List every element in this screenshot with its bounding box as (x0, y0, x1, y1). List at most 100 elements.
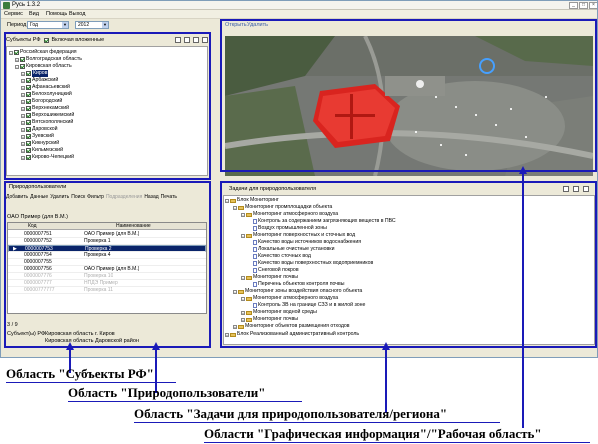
task-node[interactable]: + Мониторинг почвы (241, 316, 298, 323)
expand-icon[interactable]: + (21, 155, 25, 160)
tree-item[interactable]: + Верхнекамский (21, 105, 69, 112)
tree-checkbox[interactable] (14, 50, 19, 55)
tree-item[interactable]: + Арбажский (21, 77, 58, 84)
expand-icon[interactable]: + (21, 120, 25, 125)
table-row[interactable]: 0000007751 ОАО Пример (для В.М.) (8, 231, 206, 238)
task-node[interactable]: Качество сточных вод (253, 253, 311, 260)
collapse-icon[interactable]: − (233, 289, 237, 294)
task-node[interactable]: + Блок Реализованный административный кон… (225, 331, 359, 338)
task-node[interactable]: Перечень объектов контроля почвы (253, 281, 345, 288)
collapse-icon[interactable]: − (225, 198, 229, 203)
task-node[interactable]: − Блок Мониторинг (225, 197, 279, 204)
expand-icon[interactable]: + (241, 310, 245, 315)
data-button[interactable]: Данные (30, 194, 48, 200)
tree-icon[interactable] (563, 186, 569, 192)
expand-icon[interactable]: + (21, 92, 25, 97)
collapse-icon[interactable]: − (233, 205, 237, 210)
task-node[interactable]: − Мониторинг промплощадки объекта (233, 204, 332, 211)
add-button[interactable]: Добавить (6, 194, 28, 200)
table-row[interactable]: ▶ 0000007753 Проверка 2 (8, 245, 206, 252)
tree-item[interactable]: + Кильмезский (21, 147, 63, 154)
tree-checkbox[interactable] (26, 106, 31, 111)
collapse-icon[interactable]: − (9, 50, 13, 55)
collapse-icon[interactable]: − (241, 296, 245, 301)
collapse-icon[interactable]: − (241, 212, 245, 217)
expand-icon[interactable]: + (241, 317, 245, 322)
task-node[interactable]: Снеговой покров (253, 267, 299, 274)
menu-exit[interactable]: Выход (69, 11, 85, 17)
expand-icon[interactable]: + (21, 99, 25, 104)
tree-checkbox[interactable] (26, 141, 31, 146)
expand-icon[interactable]: + (21, 106, 25, 111)
tree-checkbox[interactable] (26, 71, 31, 76)
table-row[interactable]: 0000007752 Проверка 1 (8, 238, 206, 245)
table-row[interactable]: 0000007776 Проверка 10 (8, 273, 206, 280)
table-icon[interactable] (573, 186, 579, 192)
map-view[interactable] (225, 36, 593, 176)
collapse-icon[interactable]: − (241, 233, 245, 238)
task-node[interactable]: + Мониторинг объектов размещения отходов (233, 323, 350, 330)
expand-icon[interactable]: + (21, 141, 25, 146)
grid-icon[interactable] (184, 37, 190, 43)
table-row[interactable]: 0000007756 ОАО Пример (для В.М.) (8, 266, 206, 273)
tree-item-rf[interactable]: − Российская федерация (9, 49, 77, 56)
expand-icon[interactable]: + (21, 113, 25, 118)
tree-item-kirov-oblast[interactable]: − Кировская область (15, 63, 72, 70)
tree-item-volgograd[interactable]: + Волгоградская область (15, 56, 82, 63)
task-node[interactable]: − Мониторинг атмосферного воздуха (241, 211, 338, 218)
tree-item[interactable]: + Афанасьевский (21, 84, 70, 91)
column-code[interactable]: Код (28, 223, 37, 229)
table-row[interactable]: 00000777777 Проверка 11 (8, 287, 206, 294)
maximize-button[interactable]: □ (579, 2, 588, 9)
task-node[interactable]: − Мониторинг почвы (241, 274, 298, 281)
expand-icon[interactable]: + (21, 148, 25, 153)
minimize-button[interactable]: _ (569, 2, 578, 9)
divisions-button[interactable]: Подразделения (106, 194, 142, 200)
tree-checkbox[interactable] (26, 99, 31, 104)
tree-item[interactable]: + Кирово-Чепецкий (21, 154, 74, 161)
tree-item-kirov[interactable]: + Киров (21, 70, 49, 77)
task-node[interactable]: − Мониторинг поверхностных и сточных вод (241, 232, 355, 239)
tree-item[interactable]: + Кикнурский (21, 140, 59, 147)
tree-checkbox[interactable] (26, 155, 31, 160)
column-name[interactable]: Наименование (116, 223, 151, 229)
print-button[interactable]: Печать (161, 194, 177, 200)
table-row[interactable]: 0000007777 НПДЭ Пример (8, 280, 206, 287)
tree-checkbox[interactable] (26, 78, 31, 83)
tree-item[interactable]: + Вятскополянский (21, 119, 73, 126)
tree-checkbox[interactable] (26, 92, 31, 97)
tree-checkbox[interactable] (20, 57, 25, 62)
filter-button[interactable]: Фильтр (87, 194, 104, 200)
task-node[interactable]: Воздух промышленной зоны (253, 225, 327, 232)
period-type-select[interactable]: Год ▼ (27, 21, 69, 29)
menu-service[interactable]: Сервис (4, 11, 23, 17)
expand-icon[interactable]: + (21, 78, 25, 83)
graphics-tab-open[interactable]: Открыть (225, 22, 247, 28)
tree-item[interactable]: + Богородский (21, 98, 62, 105)
task-node[interactable]: Контроль за содержанием загрязняющих вещ… (253, 218, 396, 225)
tree-item[interactable]: + Даровской (21, 126, 58, 133)
table-icon[interactable] (175, 37, 181, 43)
tree-checkbox[interactable] (26, 148, 31, 153)
tree-checkbox[interactable] (26, 134, 31, 139)
menu-help[interactable]: Помощь (46, 11, 67, 17)
tree-checkbox[interactable] (26, 120, 31, 125)
map-icon[interactable] (202, 37, 208, 43)
task-node[interactable]: Локальные очистные установки (253, 246, 334, 253)
table-row[interactable]: 0000007755 (8, 259, 206, 266)
delete-button[interactable]: Удалить (50, 194, 69, 200)
task-node[interactable]: Качество воды источников водоснабжения (253, 239, 361, 246)
tree-item[interactable]: + Белохолуницкий (21, 91, 72, 98)
search-button[interactable]: Поиск (71, 194, 85, 200)
include-nested-checkbox[interactable] (43, 37, 49, 43)
refresh-icon[interactable] (193, 37, 199, 43)
task-node[interactable]: Контроль ЗВ на границе СЗЗ и в жилой зон… (253, 302, 365, 309)
collapse-icon[interactable]: − (241, 275, 245, 280)
tree-checkbox[interactable] (26, 85, 31, 90)
table-row[interactable]: 0000007754 Проверка 4 (8, 252, 206, 259)
expand-icon[interactable]: + (233, 324, 237, 329)
graphics-tab-delete[interactable]: Удалить (247, 22, 268, 28)
task-node[interactable]: + Мониторинг водной среды (241, 309, 317, 316)
expand-icon[interactable]: + (15, 57, 19, 62)
period-year-select[interactable]: 2012 ▼ (75, 21, 109, 29)
